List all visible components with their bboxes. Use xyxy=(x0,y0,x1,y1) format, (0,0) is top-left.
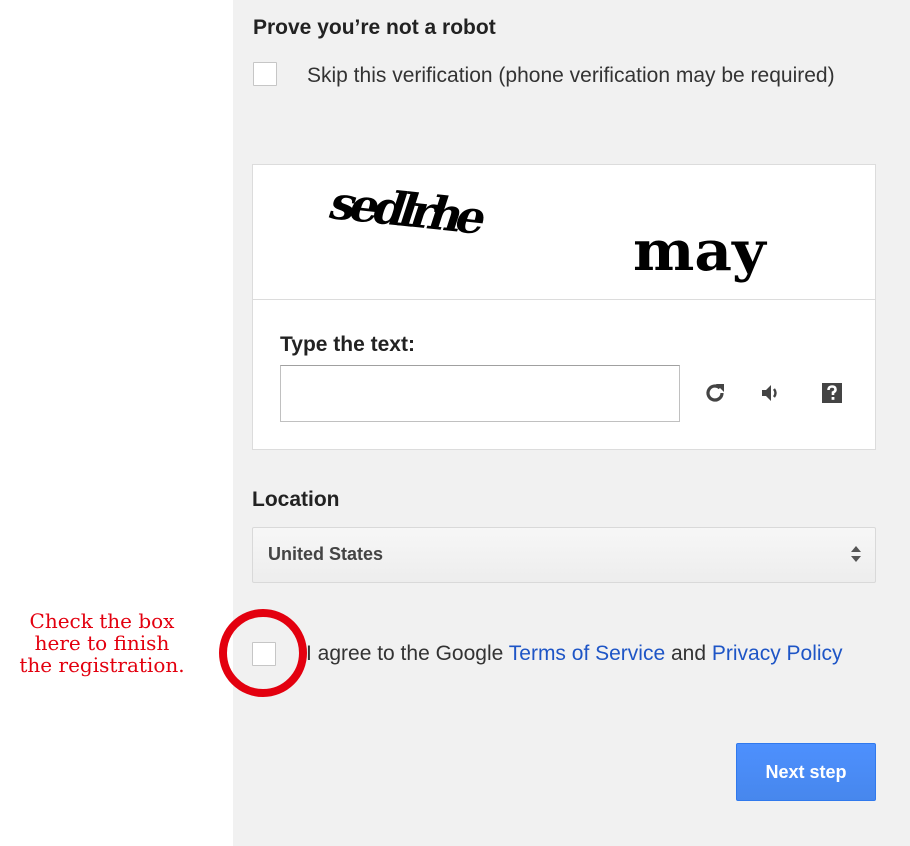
annotation-line: Check the box xyxy=(29,609,175,633)
highlight-circle xyxy=(219,609,307,697)
captcha-box: sedlrhe may Type the text: xyxy=(252,164,876,450)
page: Check the box here to finish the registr… xyxy=(0,0,910,846)
captcha-word: sedlrhe xyxy=(322,175,489,245)
annotation-line: here to finish xyxy=(34,631,170,655)
skip-verification-label: Skip this verification (phone verificati… xyxy=(307,64,835,87)
agree-terms-label: I agree to the Google Terms of Service a… xyxy=(306,638,866,670)
help-icon[interactable] xyxy=(816,377,848,409)
instruction-annotation: Check the box here to finish the registr… xyxy=(2,610,202,676)
agree-text-middle: and xyxy=(665,642,712,665)
captcha-input-label: Type the text: xyxy=(280,333,415,356)
skip-verification-checkbox[interactable] xyxy=(253,62,277,86)
next-step-button[interactable]: Next step xyxy=(736,743,876,801)
captcha-input[interactable] xyxy=(280,365,680,422)
agree-text-before: I agree to the Google xyxy=(306,642,509,665)
audio-icon[interactable] xyxy=(755,377,787,409)
location-label: Location xyxy=(252,488,340,511)
location-selected-value: United States xyxy=(268,544,384,564)
select-arrows-icon xyxy=(849,542,863,566)
location-select[interactable]: United States xyxy=(252,527,876,583)
captcha-image: sedlrhe may xyxy=(253,165,875,300)
privacy-policy-link[interactable]: Privacy Policy xyxy=(712,642,843,665)
captcha-section-title: Prove you’re not a robot xyxy=(253,16,496,39)
annotation-line: the registration. xyxy=(19,653,185,677)
terms-of-service-link[interactable]: Terms of Service xyxy=(509,642,665,665)
captcha-word: may xyxy=(633,218,766,284)
refresh-icon[interactable] xyxy=(699,377,731,409)
